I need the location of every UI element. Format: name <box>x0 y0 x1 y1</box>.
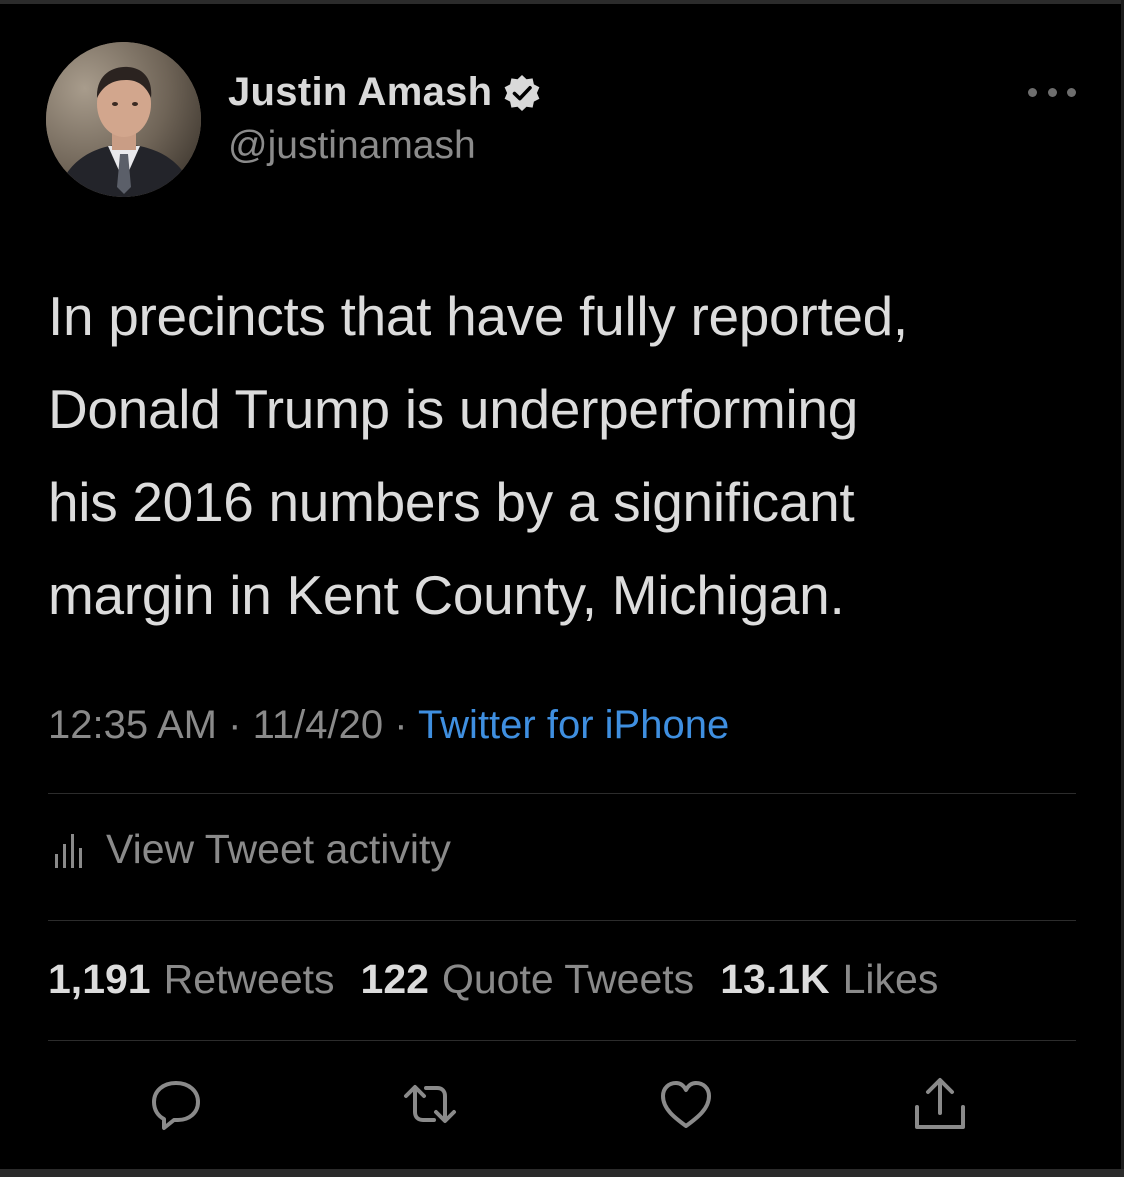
avatar-photo <box>46 42 201 197</box>
meta-separator: · <box>394 703 408 747</box>
meta-separator: · <box>228 703 242 747</box>
avatar[interactable] <box>46 42 201 197</box>
reply-icon <box>152 1081 200 1130</box>
retweets-label: Retweets <box>163 956 335 1002</box>
view-tweet-activity-label: View Tweet activity <box>106 826 451 872</box>
more-dot-icon <box>1067 87 1076 97</box>
user-handle[interactable]: @justinamash <box>228 124 476 168</box>
retweet-icon <box>404 1085 456 1123</box>
quote-tweets-count: 122 <box>360 956 429 1002</box>
tweet-metadata: 12:35 AM · 11/4/20 · Twitter for iPhone <box>48 703 729 748</box>
quote-tweets-stat[interactable]: 122 Quote Tweets <box>361 956 695 1003</box>
view-tweet-activity-button[interactable]: View Tweet activity <box>52 826 451 873</box>
tweet-text: In precincts that have fully reported, D… <box>48 270 1088 642</box>
reply-button[interactable] <box>146 1074 206 1134</box>
user-name-row[interactable]: Justin Amash <box>228 70 542 115</box>
bottom-frame-border <box>0 1169 1124 1177</box>
likes-label: Likes <box>842 956 939 1002</box>
like-button[interactable] <box>656 1074 716 1134</box>
tweet-time[interactable]: 12:35 AM <box>48 703 217 747</box>
top-frame-border <box>0 0 1124 4</box>
verified-badge-icon <box>505 74 540 111</box>
more-options-button[interactable] <box>1028 80 1076 104</box>
tweet-text-line: Donald Trump is underperforming <box>48 378 858 440</box>
like-icon <box>661 1081 711 1128</box>
divider <box>48 920 1076 921</box>
retweets-stat[interactable]: 1,191 Retweets <box>48 956 335 1003</box>
more-dot-icon <box>1047 87 1057 97</box>
tweet-stats: 1,191 Retweets 122 Quote Tweets 13.1K Li… <box>48 956 938 1003</box>
display-name[interactable]: Justin Amash <box>228 70 492 115</box>
tweet-text-line: In precincts that have fully reported, <box>48 285 908 347</box>
likes-count: 13.1K <box>720 956 830 1002</box>
share-icon <box>915 1078 965 1129</box>
retweet-button[interactable] <box>400 1074 460 1134</box>
divider <box>48 1040 1076 1041</box>
more-dot-icon <box>1028 87 1037 97</box>
activity-bars-icon <box>55 833 82 868</box>
quote-tweets-label: Quote Tweets <box>441 956 695 1002</box>
retweets-count: 1,191 <box>48 956 151 1002</box>
divider <box>48 793 1076 794</box>
tweet-source-link[interactable]: Twitter for iPhone <box>418 703 729 747</box>
tweet-text-line: his 2016 numbers by a significant <box>48 471 855 533</box>
likes-stat[interactable]: 13.1K Likes <box>720 956 938 1003</box>
share-button[interactable] <box>910 1074 970 1134</box>
tweet-text-line: margin in Kent County, Michigan. <box>48 564 845 626</box>
tweet-date[interactable]: 11/4/20 <box>253 703 384 747</box>
